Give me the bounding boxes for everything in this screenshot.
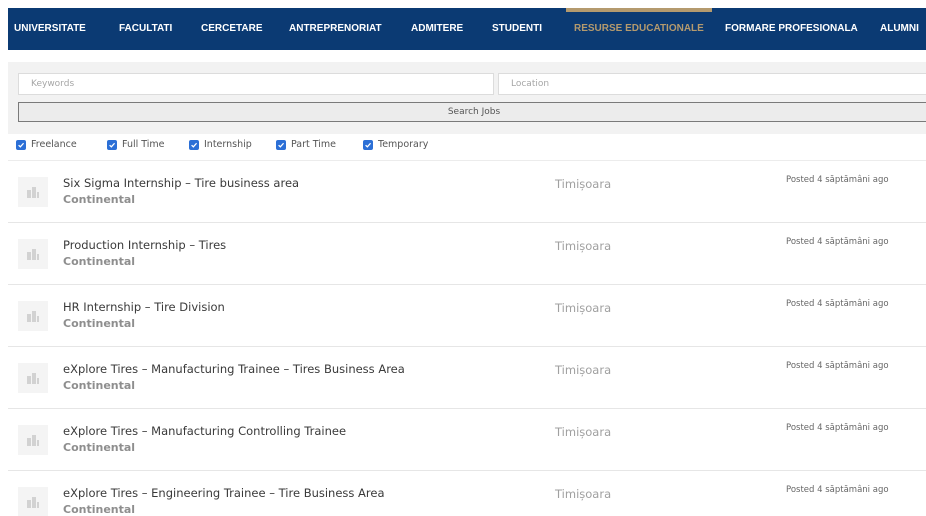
building-icon [27, 497, 39, 508]
building-icon [27, 311, 39, 322]
company-logo [18, 487, 48, 516]
company-logo [18, 363, 48, 393]
keywords-input[interactable] [18, 73, 494, 95]
job-title[interactable]: eXplore Tires – Engineering Trainee – Ti… [63, 486, 385, 500]
job-posted-date: Posted 4 săptămâni ago [786, 485, 889, 495]
location-input[interactable] [498, 73, 926, 95]
job-listing[interactable]: eXplore Tires – Manufacturing Trainee – … [8, 347, 926, 409]
job-posted-date: Posted 4 săptămâni ago [786, 299, 889, 309]
job-search-panel: Search Jobs [8, 62, 926, 134]
job-posted-date: Posted 4 săptămâni ago [786, 423, 889, 433]
company-logo [18, 239, 48, 269]
nav-item-facultati[interactable]: FACULTATI [119, 8, 172, 50]
job-location: Timișoara [555, 487, 612, 501]
job-company: Continental [63, 441, 136, 454]
job-location: Timișoara [555, 239, 612, 253]
checkbox-checked-icon[interactable] [189, 139, 199, 150]
search-jobs-button[interactable]: Search Jobs [18, 102, 926, 122]
nav-item-alumni[interactable]: ALUMNI [880, 8, 919, 50]
nav-item-formare-profesionala[interactable]: FORMARE PROFESIONALA [725, 8, 858, 50]
checkbox-checked-icon[interactable] [363, 139, 373, 150]
company-logo [18, 301, 48, 331]
job-listing[interactable]: Six Sigma Internship – Tire business are… [8, 161, 926, 223]
checkbox-checked-icon[interactable] [16, 139, 26, 150]
filter-label: Internship [204, 139, 252, 150]
filter-label: Freelance [31, 139, 77, 150]
job-posted-date: Posted 4 săptămâni ago [786, 361, 889, 371]
job-location: Timișoara [555, 363, 612, 377]
building-icon [27, 249, 39, 260]
nav-item-studenti[interactable]: STUDENTI [492, 8, 542, 50]
filter-label: Temporary [378, 139, 429, 150]
filter-internship[interactable]: Internship [189, 139, 252, 150]
job-location: Timișoara [555, 177, 612, 191]
filter-label: Full Time [122, 139, 165, 150]
job-listing[interactable]: eXplore Tires – Manufacturing Controllin… [8, 409, 926, 471]
checkbox-checked-icon[interactable] [276, 139, 286, 150]
job-title[interactable]: eXplore Tires – Manufacturing Trainee – … [63, 362, 405, 376]
filter-part-time[interactable]: Part Time [276, 139, 336, 150]
job-company: Continental [63, 255, 136, 268]
main-nav: UNIVERSITATE FACULTATI CERCETARE ANTREPR… [8, 8, 926, 50]
job-listing[interactable]: eXplore Tires – Engineering Trainee – Ti… [8, 471, 926, 516]
filter-full-time[interactable]: Full Time [107, 139, 165, 150]
job-company: Continental [63, 379, 136, 392]
filter-freelance[interactable]: Freelance [16, 139, 77, 150]
job-title[interactable]: Production Internship – Tires [63, 238, 226, 252]
job-posted-date: Posted 4 săptămâni ago [786, 175, 889, 185]
building-icon [27, 435, 39, 446]
job-company: Continental [63, 503, 136, 516]
nav-item-resurse-educationale[interactable]: RESURSE EDUCATIONALE [566, 8, 712, 50]
job-title[interactable]: Six Sigma Internship – Tire business are… [63, 176, 299, 190]
filter-label: Part Time [291, 139, 337, 150]
nav-item-cercetare[interactable]: CERCETARE [201, 8, 262, 50]
building-icon [27, 187, 39, 198]
nav-item-universitate[interactable]: UNIVERSITATE [14, 8, 86, 50]
job-location: Timișoara [555, 425, 612, 439]
checkbox-checked-icon[interactable] [107, 139, 117, 150]
filter-temporary[interactable]: Temporary [363, 139, 428, 150]
job-title[interactable]: eXplore Tires – Manufacturing Controllin… [63, 424, 346, 438]
job-posted-date: Posted 4 săptămâni ago [786, 237, 889, 247]
company-logo [18, 177, 48, 207]
job-listing[interactable]: HR Internship – Tire Division Continenta… [8, 285, 926, 347]
company-logo [18, 425, 48, 455]
building-icon [27, 373, 39, 384]
job-listing[interactable]: Production Internship – Tires Continenta… [8, 223, 926, 285]
job-company: Continental [63, 317, 136, 330]
job-title[interactable]: HR Internship – Tire Division [63, 300, 225, 314]
nav-item-antreprenoriat[interactable]: ANTREPRENORIAT [289, 8, 382, 50]
nav-item-admitere[interactable]: ADMITERE [411, 8, 463, 50]
job-company: Continental [63, 193, 136, 206]
job-location: Timișoara [555, 301, 612, 315]
